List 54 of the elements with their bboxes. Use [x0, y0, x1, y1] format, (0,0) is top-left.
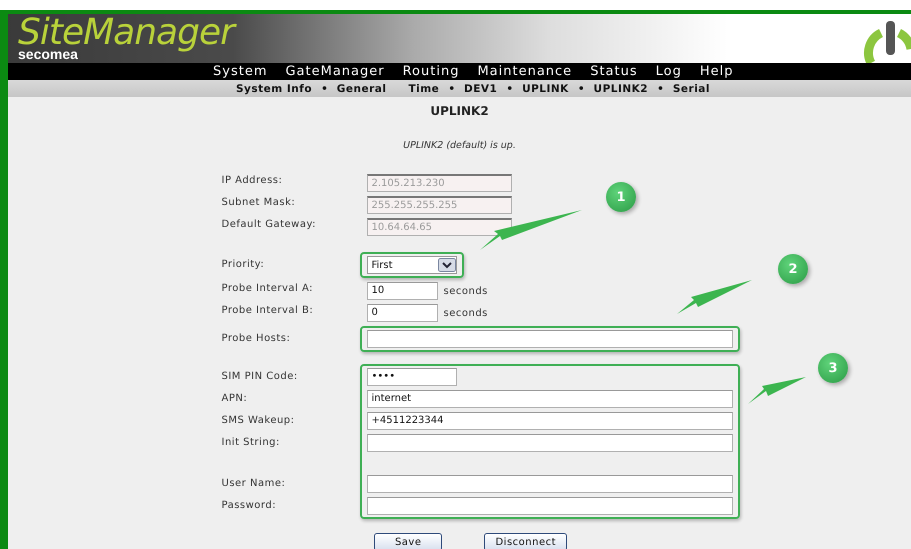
- field-label: SMS Wakeup:: [222, 414, 296, 428]
- page-title: UPLINK2: [430, 104, 489, 118]
- unit-label: seconds: [444, 286, 488, 296]
- bullet-separator: •: [321, 82, 328, 94]
- logo-title: SiteManager: [18, 17, 234, 49]
- arrow-icon: [677, 280, 752, 314]
- pin-field[interactable]: ••••: [366, 368, 456, 386]
- menu-item[interactable]: System: [213, 63, 268, 80]
- bullet-separator: •: [578, 82, 585, 94]
- form-button[interactable]: Disconnect: [484, 533, 568, 549]
- menu-item[interactable]: Routing: [402, 63, 460, 80]
- arrow-icon: [748, 377, 806, 404]
- input-field[interactable]: [366, 497, 732, 515]
- menu-item[interactable]: Help: [700, 63, 734, 80]
- input-field[interactable]: [366, 434, 732, 452]
- bullet-separator: •: [657, 82, 664, 94]
- submenu-item[interactable]: System Info: [236, 82, 312, 94]
- input-field[interactable]: internet: [366, 390, 732, 408]
- menu-item[interactable]: Log: [656, 63, 682, 80]
- status-message: UPLINK2 (default) is up.: [403, 140, 516, 151]
- submenu-item[interactable]: Serial: [672, 82, 710, 94]
- field-label: Probe Hosts:: [222, 332, 292, 346]
- arrow-icon: [480, 210, 582, 250]
- field-label: Priority:: [222, 258, 266, 272]
- field-label: User Name:: [222, 477, 286, 491]
- field-label: Probe Interval B:: [222, 304, 314, 318]
- submenu-item[interactable]: General: [336, 82, 386, 94]
- submenu-item[interactable]: UPLINK: [522, 82, 569, 94]
- submenu-item[interactable]: UPLINK2: [594, 82, 648, 94]
- input-field[interactable]: 0: [366, 304, 438, 322]
- field-label: IP Address:: [222, 174, 284, 188]
- unit-label: seconds: [444, 308, 488, 318]
- submenu-item[interactable]: DEV1: [464, 82, 498, 94]
- menu-item[interactable]: Status: [590, 63, 638, 80]
- logo-brand: secomea: [18, 48, 78, 60]
- field-label: Probe Interval A:: [222, 282, 314, 296]
- input-field[interactable]: 10: [366, 282, 438, 300]
- field-label: SIM PIN Code:: [222, 370, 299, 384]
- form-button[interactable]: Save: [374, 533, 442, 549]
- input-field[interactable]: [366, 475, 732, 493]
- field-label: Init String:: [222, 436, 281, 450]
- field-label: Subnet Mask:: [222, 196, 296, 210]
- input-field[interactable]: +4511223344: [366, 412, 732, 430]
- field-label: APN:: [222, 392, 248, 406]
- input-field[interactable]: [366, 330, 732, 348]
- menu-item[interactable]: Maintenance: [477, 63, 572, 80]
- caret-icon: [438, 258, 456, 272]
- menu-item[interactable]: GateManager: [285, 63, 385, 80]
- priority-dropdown[interactable]: First: [366, 256, 456, 274]
- bullet-separator: •: [448, 82, 456, 94]
- bullet-separator: •: [506, 82, 514, 94]
- field-label: Default Gateway:: [222, 218, 318, 232]
- field-label: Password:: [222, 499, 278, 513]
- submenu-item[interactable]: Time: [408, 82, 440, 94]
